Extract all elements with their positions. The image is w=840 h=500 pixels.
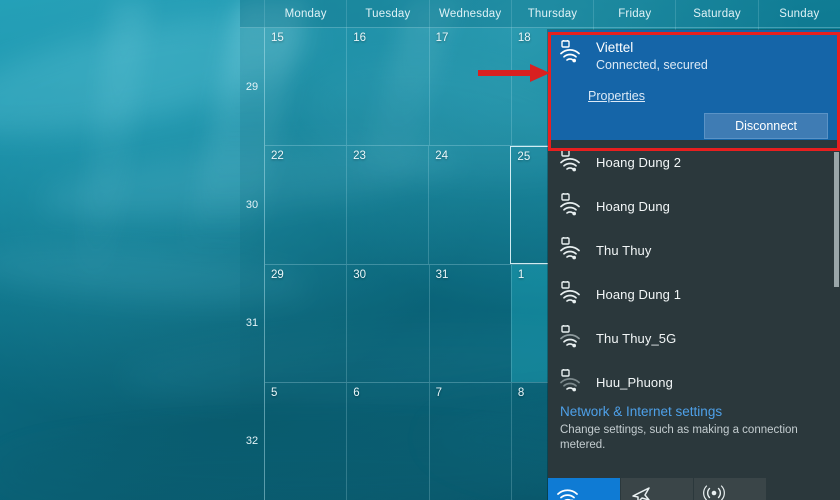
network-ssid: Huu_Phuong <box>596 374 673 390</box>
day-number: 23 <box>353 150 366 163</box>
calendar-day-cell[interactable]: 23 <box>346 146 428 264</box>
quick-action-mobile-hotspot[interactable]: Mobile hotspot <box>694 478 766 500</box>
connected-header: Viettel Connected, secured <box>560 37 828 72</box>
calendar-day-cell[interactable]: 30 <box>346 264 428 382</box>
calendar-day-cell[interactable]: 7 <box>428 382 511 500</box>
week-number: 30 <box>245 199 259 211</box>
calendar-day-header: Monday Tuesday Wednesday Thursday Friday… <box>240 0 840 28</box>
calendar-day-cell[interactable]: 22 <box>265 146 346 263</box>
calendar-day-cell[interactable]: 31 <box>428 264 511 382</box>
quick-actions-row: Wi-Fi Airplane mode Mobile hotspot <box>548 478 840 500</box>
day-number: 31 <box>435 268 449 281</box>
wifi-secured-icon <box>560 234 582 264</box>
day-number: 24 <box>435 150 449 163</box>
week-number: 32 <box>245 435 259 447</box>
connected-ssid: Viettel <box>596 40 634 55</box>
day-number: 5 <box>271 386 278 399</box>
network-item[interactable]: Hoang Dung <box>548 184 840 228</box>
pointer-arrow <box>478 63 550 83</box>
calendar-day-cell[interactable]: 16 <box>346 28 428 146</box>
wifi-secured-icon <box>560 366 582 396</box>
wifi-secured-icon <box>560 190 582 220</box>
network-ssid: Hoang Dung 1 <box>596 286 682 302</box>
network-ssid: Hoang Dung <box>596 198 670 214</box>
dayname-saturday: Saturday <box>675 0 757 28</box>
network-ssid: Thu Thuy <box>596 242 652 258</box>
wifi-secured-icon <box>560 322 582 352</box>
wifi-secured-icon <box>560 278 582 308</box>
day-number: 29 <box>271 268 284 281</box>
disconnect-button[interactable]: Disconnect <box>704 113 828 139</box>
connected-text: Viettel Connected, secured <box>596 40 708 72</box>
dayname-thursday: Thursday <box>510 0 593 28</box>
quick-action-airplane-mode[interactable]: Airplane mode <box>621 478 693 500</box>
airplane-icon <box>629 484 693 500</box>
wifi-flyout-panel[interactable]: Viettel Connected, secured Properties Di… <box>548 30 840 500</box>
week-number: 29 <box>245 81 259 93</box>
week-number: 31 <box>245 317 259 329</box>
calendar-day-cell[interactable]: 5 <box>265 383 346 500</box>
calendar-day-cell[interactable]: 29 <box>265 265 346 382</box>
hotspot-icon <box>702 484 766 500</box>
wifi-secured-icon <box>560 37 582 69</box>
wifi-icon <box>556 484 620 500</box>
dayname-friday: Friday <box>593 0 675 28</box>
calendar-day-cell[interactable]: 24 <box>428 146 510 264</box>
quick-action-wifi[interactable]: Wi-Fi <box>548 478 620 500</box>
day-number: 7 <box>435 386 442 399</box>
network-item[interactable]: Huu_Phuong <box>548 360 840 395</box>
day-number: 22 <box>271 150 284 163</box>
calendar-day-cell[interactable]: 6 <box>346 382 428 500</box>
dayname-wednesday: Wednesday <box>428 0 511 28</box>
day-number: 16 <box>353 32 367 44</box>
calendar-day-cell[interactable]: 17 <box>428 28 511 146</box>
network-item-connected[interactable]: Viettel Connected, secured Properties Di… <box>548 30 840 140</box>
day-number: 25 <box>517 151 531 164</box>
connected-status: Connected, secured <box>596 58 708 72</box>
network-ssid: Hoang Dung 2 <box>596 154 682 170</box>
wifi-secured-icon <box>560 146 582 176</box>
network-ssid: Thu Thuy_5G <box>596 330 677 346</box>
network-item[interactable]: Thu Thuy <box>548 228 840 272</box>
day-number: 8 <box>517 386 525 399</box>
day-number: 30 <box>353 268 367 281</box>
week-number-column: 29 30 31 32 <box>240 28 265 500</box>
day-number: 18 <box>517 32 531 44</box>
properties-link[interactable]: Properties <box>588 89 645 103</box>
network-internet-settings-link[interactable]: Network & Internet settings <box>560 403 840 421</box>
dayname-monday: Monday <box>264 0 346 28</box>
network-settings-section: Network & Internet settings Change setti… <box>548 395 840 453</box>
network-item[interactable]: Thu Thuy_5G <box>548 316 840 360</box>
network-list-scrollbar-thumb[interactable] <box>834 152 839 287</box>
day-number: 15 <box>271 32 284 44</box>
calendar-day-cell[interactable]: 15 <box>265 28 346 145</box>
network-item[interactable]: Hoang Dung 1 <box>548 272 840 316</box>
dayname-tuesday: Tuesday <box>346 0 428 28</box>
day-number: 1 <box>517 268 525 281</box>
network-item[interactable]: Hoang Dung 2 <box>548 140 840 184</box>
day-number: 6 <box>353 386 360 399</box>
day-number: 17 <box>435 32 449 44</box>
network-list[interactable]: Viettel Connected, secured Properties Di… <box>548 30 840 395</box>
network-settings-subtitle: Change settings, such as making a connec… <box>560 424 798 451</box>
dayname-sunday: Sunday <box>757 0 840 28</box>
